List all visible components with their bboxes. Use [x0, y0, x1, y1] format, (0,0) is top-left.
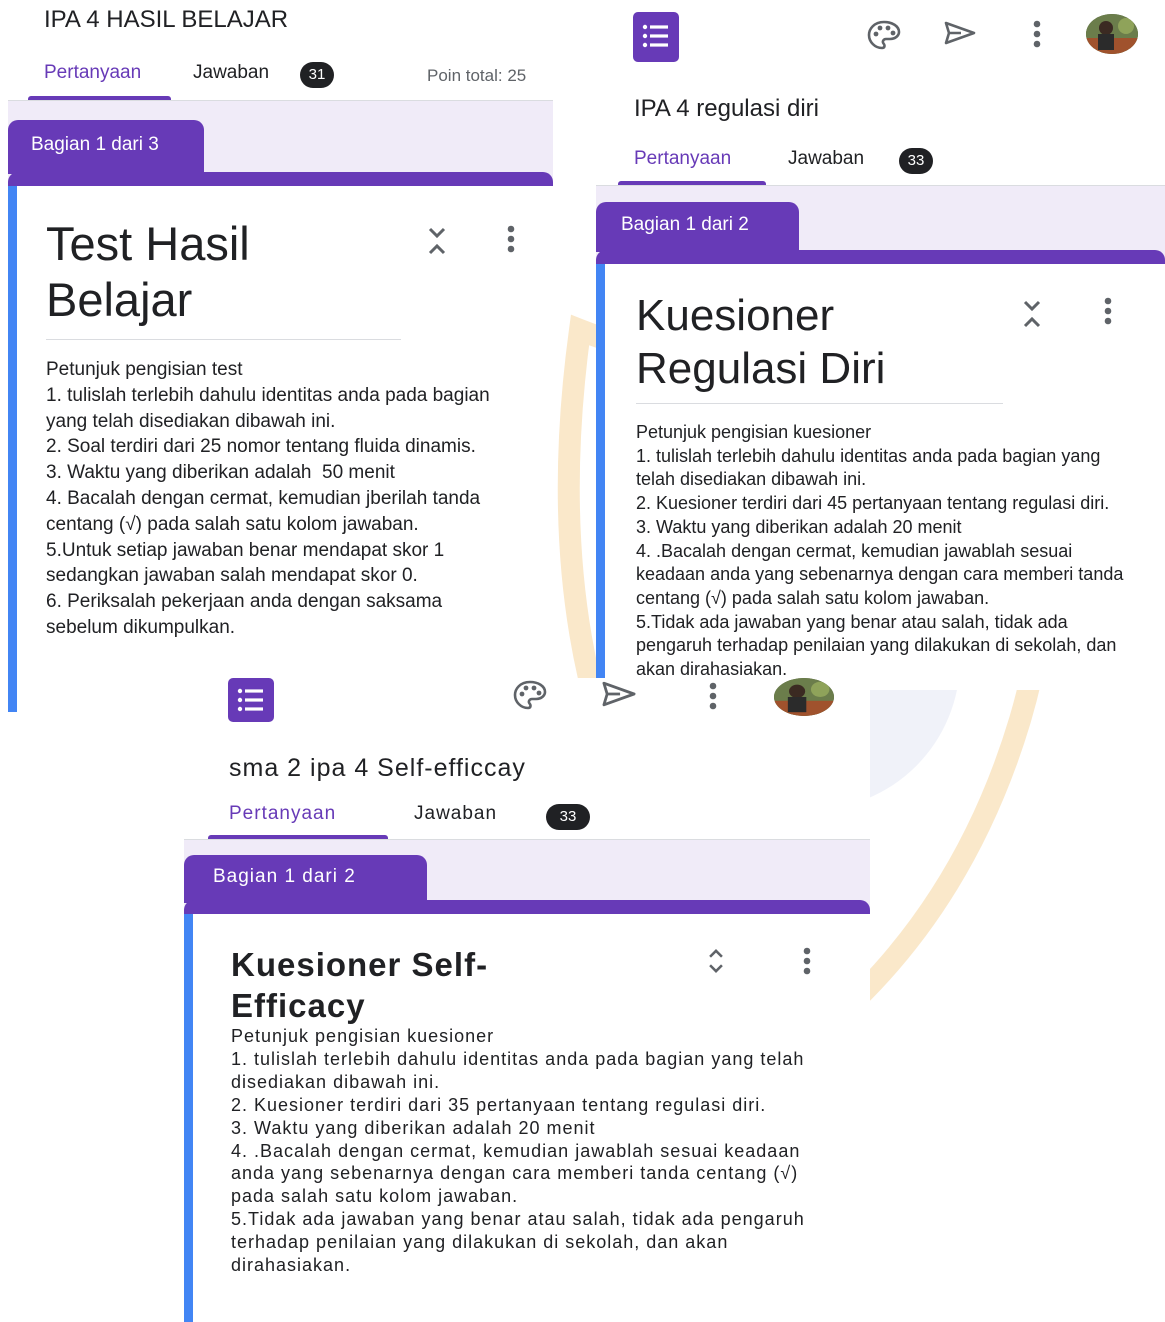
section-header-bar: [8, 172, 553, 186]
avatar[interactable]: [1086, 14, 1138, 54]
form-header-card: Test Hasil Belajar Petunjuk pengisian te…: [8, 186, 553, 712]
avatar[interactable]: [774, 678, 834, 716]
form-title: IPA 4 regulasi diri: [634, 95, 819, 122]
palette-icon[interactable]: [867, 20, 901, 50]
collapse-icon[interactable]: [705, 946, 727, 976]
form-header-card: Kuesioner Self-Efficacy Petunjuk pengisi…: [184, 914, 870, 1322]
section-label: Bagian 1 dari 2: [184, 855, 427, 903]
form-panel-regulasi-diri: IPA 4 regulasi diri Pertanyaan Jawaban 3…: [596, 0, 1165, 690]
form-description[interactable]: Petunjuk pengisian kuesioner 1. tulislah…: [636, 421, 1126, 682]
section-label: Bagian 1 dari 3: [8, 120, 204, 174]
send-icon[interactable]: [943, 20, 977, 46]
tab-questions[interactable]: Pertanyaan: [634, 148, 731, 170]
avatar-photo: [774, 678, 834, 716]
collapse-icon[interactable]: [1019, 297, 1045, 331]
form-description[interactable]: Petunjuk pengisian kuesioner 1. tulislah…: [231, 1025, 821, 1277]
forms-app-icon[interactable]: [228, 678, 274, 722]
list-glyph: [642, 24, 668, 48]
section-header-bar: [596, 250, 1165, 264]
form-header-card: Kuesioner Regulasi Diri Petunjuk pengisi…: [596, 264, 1165, 690]
tab-responses[interactable]: Jawaban: [193, 62, 269, 84]
tab-responses[interactable]: Jawaban: [414, 803, 497, 825]
more-vert-icon[interactable]: [1032, 20, 1042, 50]
responses-count-badge: 33: [546, 804, 590, 830]
form-title: sma 2 ipa 4 Self-efficcay: [229, 754, 526, 782]
form-title: IPA 4 HASIL BELAJAR: [44, 6, 289, 33]
list-glyph: [237, 688, 263, 712]
form-panel-self-efficacy: sma 2 ipa 4 Self-efficcay Pertanyaan Jaw…: [184, 678, 870, 1322]
title-underline: [636, 403, 1003, 404]
form-description[interactable]: Petunjuk pengisian test 1. tulislah terl…: [46, 357, 511, 641]
section-header-bar: [184, 900, 870, 914]
more-vert-icon[interactable]: [802, 947, 812, 977]
more-vert-icon[interactable]: [708, 682, 718, 712]
tab-questions[interactable]: Pertanyaan: [229, 803, 336, 825]
collapse-icon[interactable]: [424, 224, 450, 258]
forms-app-icon[interactable]: [633, 12, 679, 62]
more-vert-icon[interactable]: [506, 225, 516, 255]
form-panel-hasil-belajar: IPA 4 HASIL BELAJAR Pertanyaan Jawaban 3…: [8, 0, 553, 712]
section-label: Bagian 1 dari 2: [596, 202, 799, 252]
responses-count-badge: 33: [899, 148, 933, 174]
title-underline: [46, 339, 401, 340]
card-title[interactable]: Kuesioner Self-Efficacy: [231, 944, 591, 1026]
total-points: Poin total: 25: [427, 66, 527, 85]
tab-responses[interactable]: Jawaban: [788, 148, 864, 170]
avatar-photo: [1086, 14, 1138, 54]
send-icon[interactable]: [599, 680, 639, 708]
tab-questions[interactable]: Pertanyaan: [44, 62, 141, 84]
more-vert-icon[interactable]: [1103, 297, 1113, 327]
responses-count-badge: 31: [300, 62, 334, 88]
card-title[interactable]: Kuesioner Regulasi Diri: [636, 290, 976, 396]
palette-icon[interactable]: [513, 680, 547, 710]
card-title[interactable]: Test Hasil Belajar: [46, 216, 316, 329]
